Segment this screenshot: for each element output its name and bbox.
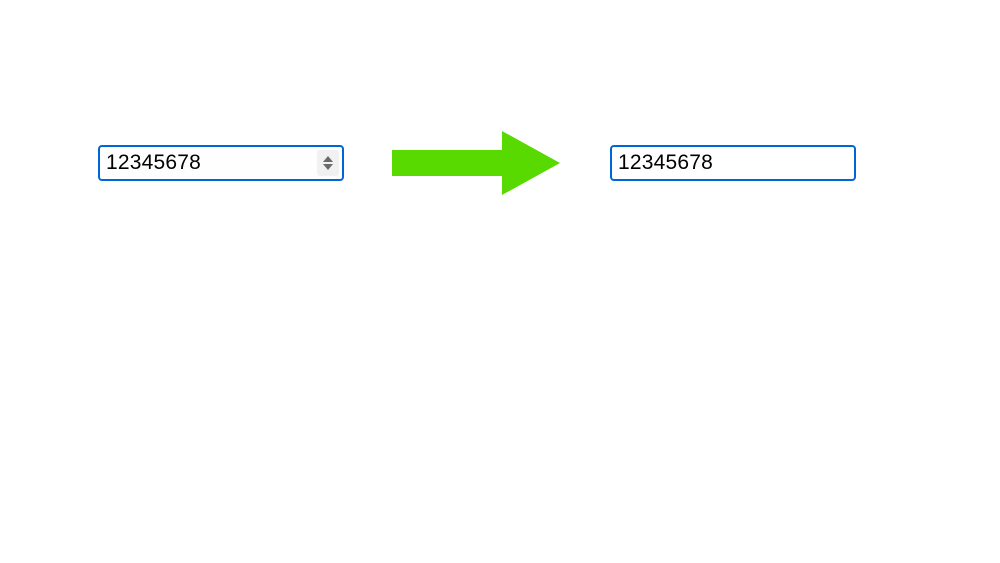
chevron-down-icon[interactable] — [323, 164, 333, 170]
input-value-right: 12345678 — [618, 151, 713, 175]
number-input-plain[interactable]: 12345678 — [610, 145, 856, 181]
arrow-right-icon — [392, 128, 560, 198]
number-spinner[interactable] — [317, 150, 339, 176]
chevron-up-icon[interactable] — [323, 156, 333, 162]
input-value-left: 12345678 — [106, 151, 201, 175]
diagram-container: 12345678 12345678 — [98, 128, 856, 198]
number-input-with-spinner[interactable]: 12345678 — [98, 145, 344, 181]
